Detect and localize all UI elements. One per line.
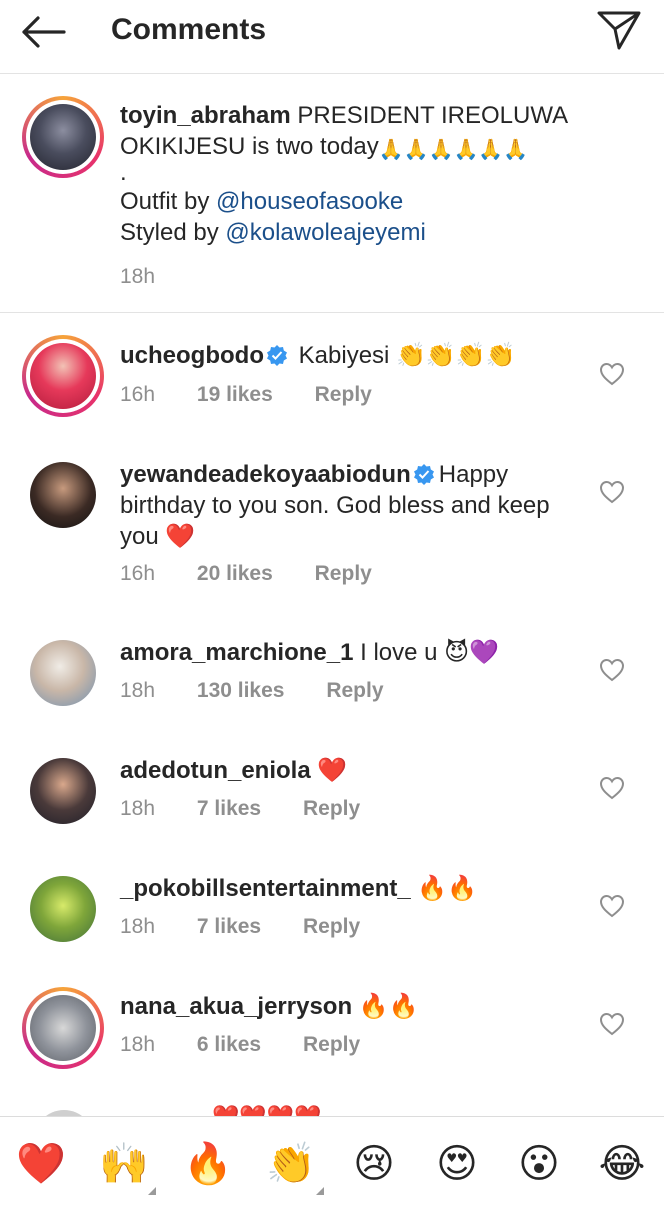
laughing-emoji-button[interactable]: 😂 bbox=[595, 1137, 649, 1191]
page-title: Comments bbox=[111, 13, 267, 46]
like-heart-icon[interactable] bbox=[599, 658, 625, 682]
skin-tone-indicator-icon bbox=[148, 1187, 156, 1195]
caption-username[interactable]: toyin_abraham bbox=[120, 102, 291, 129]
emoji-reaction-bar: ❤️ 🙌 🔥 👏 😢 😍 😮 😂 bbox=[0, 1116, 664, 1206]
surprised-emoji-button[interactable]: 😮 bbox=[512, 1137, 566, 1191]
post-caption: toyin_abraham PRESIDENT IREOLUWA OKIKIJE… bbox=[0, 75, 664, 313]
caption-line1: PRESIDENT IREOLUWA bbox=[297, 102, 569, 129]
heart-eyes-emoji-button[interactable]: 😍 bbox=[430, 1137, 484, 1191]
likes-count[interactable]: 20 likes bbox=[197, 562, 273, 586]
verified-badge-icon bbox=[266, 345, 287, 366]
next-comment-peek: ❤️❤️❤️❤️ bbox=[0, 1100, 664, 1116]
likes-count[interactable]: 6 likes bbox=[197, 1033, 261, 1057]
like-heart-icon[interactable] bbox=[599, 894, 625, 918]
like-heart-icon[interactable] bbox=[599, 1012, 625, 1036]
comment-text: Kabiyesi 👏👏👏👏 bbox=[298, 342, 516, 369]
comment-text: I love u 😈💜 bbox=[360, 639, 500, 666]
comment-timestamp: 16h bbox=[120, 383, 156, 406]
avatar[interactable] bbox=[22, 987, 104, 1069]
styled-label: Styled by bbox=[120, 219, 226, 246]
avatar[interactable] bbox=[22, 335, 104, 417]
direct-share-icon[interactable] bbox=[594, 8, 644, 52]
like-heart-icon[interactable] bbox=[599, 480, 625, 504]
caption-timestamp: 18h bbox=[120, 265, 156, 288]
pray-emojis: 🙏🙏🙏🙏🙏🙏 bbox=[378, 139, 529, 161]
comment-text: 🔥🔥 bbox=[358, 993, 419, 1020]
comment-text: ❤️ bbox=[317, 757, 348, 784]
reply-button[interactable]: Reply bbox=[303, 1033, 360, 1057]
comment-username[interactable]: _pokobillsentertainment_ bbox=[120, 875, 411, 902]
raised-hands-emoji-button[interactable]: 🙌 bbox=[97, 1137, 151, 1191]
avatar[interactable] bbox=[30, 640, 96, 706]
reply-button[interactable]: Reply bbox=[303, 797, 360, 821]
avatar[interactable] bbox=[30, 876, 96, 942]
comment-username[interactable]: yewandeadekoyaabiodun bbox=[120, 461, 411, 488]
top-bar: Comments bbox=[0, 0, 664, 74]
reply-button[interactable]: Reply bbox=[315, 383, 372, 407]
comment-text: Happy bbox=[438, 461, 509, 488]
like-heart-icon[interactable] bbox=[599, 776, 625, 800]
comment-username[interactable]: adedotun_eniola bbox=[120, 757, 311, 784]
crying-emoji-button[interactable]: 😢 bbox=[347, 1137, 401, 1191]
comment-text: ❤️❤️❤️❤️ bbox=[212, 1104, 322, 1116]
comment-username[interactable]: ucheogbodo bbox=[120, 342, 264, 369]
skin-tone-indicator-icon bbox=[316, 1187, 324, 1195]
comment-username[interactable]: amora_marchione_1 bbox=[120, 639, 353, 666]
mention-link[interactable]: @houseofasooke bbox=[216, 188, 403, 215]
comment-timestamp: 18h bbox=[120, 797, 156, 820]
like-heart-icon[interactable] bbox=[599, 362, 625, 386]
reply-button[interactable]: Reply bbox=[315, 562, 372, 586]
likes-count[interactable]: 7 likes bbox=[197, 915, 261, 939]
comment-text: 🔥🔥 bbox=[417, 875, 478, 902]
avatar[interactable] bbox=[30, 462, 96, 528]
reply-button[interactable]: Reply bbox=[303, 915, 360, 939]
likes-count[interactable]: 7 likes bbox=[197, 797, 261, 821]
comment-text: birthday to you son. God bless and keep bbox=[120, 492, 550, 519]
likes-count[interactable]: 130 likes bbox=[197, 679, 285, 703]
verified-badge-icon bbox=[413, 464, 434, 485]
comment-timestamp: 16h bbox=[120, 562, 156, 585]
avatar[interactable] bbox=[30, 758, 96, 824]
likes-count[interactable]: 19 likes bbox=[197, 383, 273, 407]
caption-text: toyin_abraham PRESIDENT IREOLUWA OKIKIJE… bbox=[120, 100, 600, 248]
caption-line2: OKIKIJESU is two today bbox=[120, 133, 379, 160]
clapping-emoji-button[interactable]: 👏 bbox=[264, 1137, 318, 1191]
comment-timestamp: 18h bbox=[120, 915, 156, 938]
mention-link[interactable]: @kolawoleajeyemi bbox=[225, 219, 425, 246]
outfit-label: Outfit by bbox=[120, 188, 217, 215]
comment-username[interactable]: nana_akua_jerryson bbox=[120, 993, 352, 1020]
back-arrow-icon[interactable] bbox=[18, 10, 70, 54]
avatar[interactable] bbox=[22, 96, 104, 178]
heart-emoji-button[interactable]: ❤️ bbox=[14, 1137, 68, 1191]
comment-text: you ❤️ bbox=[120, 523, 196, 550]
comment-timestamp: 18h bbox=[120, 1033, 156, 1056]
fire-emoji-button[interactable]: 🔥 bbox=[181, 1137, 235, 1191]
caption-dot: . bbox=[120, 159, 127, 186]
comment-timestamp: 18h bbox=[120, 679, 156, 702]
reply-button[interactable]: Reply bbox=[326, 679, 383, 703]
